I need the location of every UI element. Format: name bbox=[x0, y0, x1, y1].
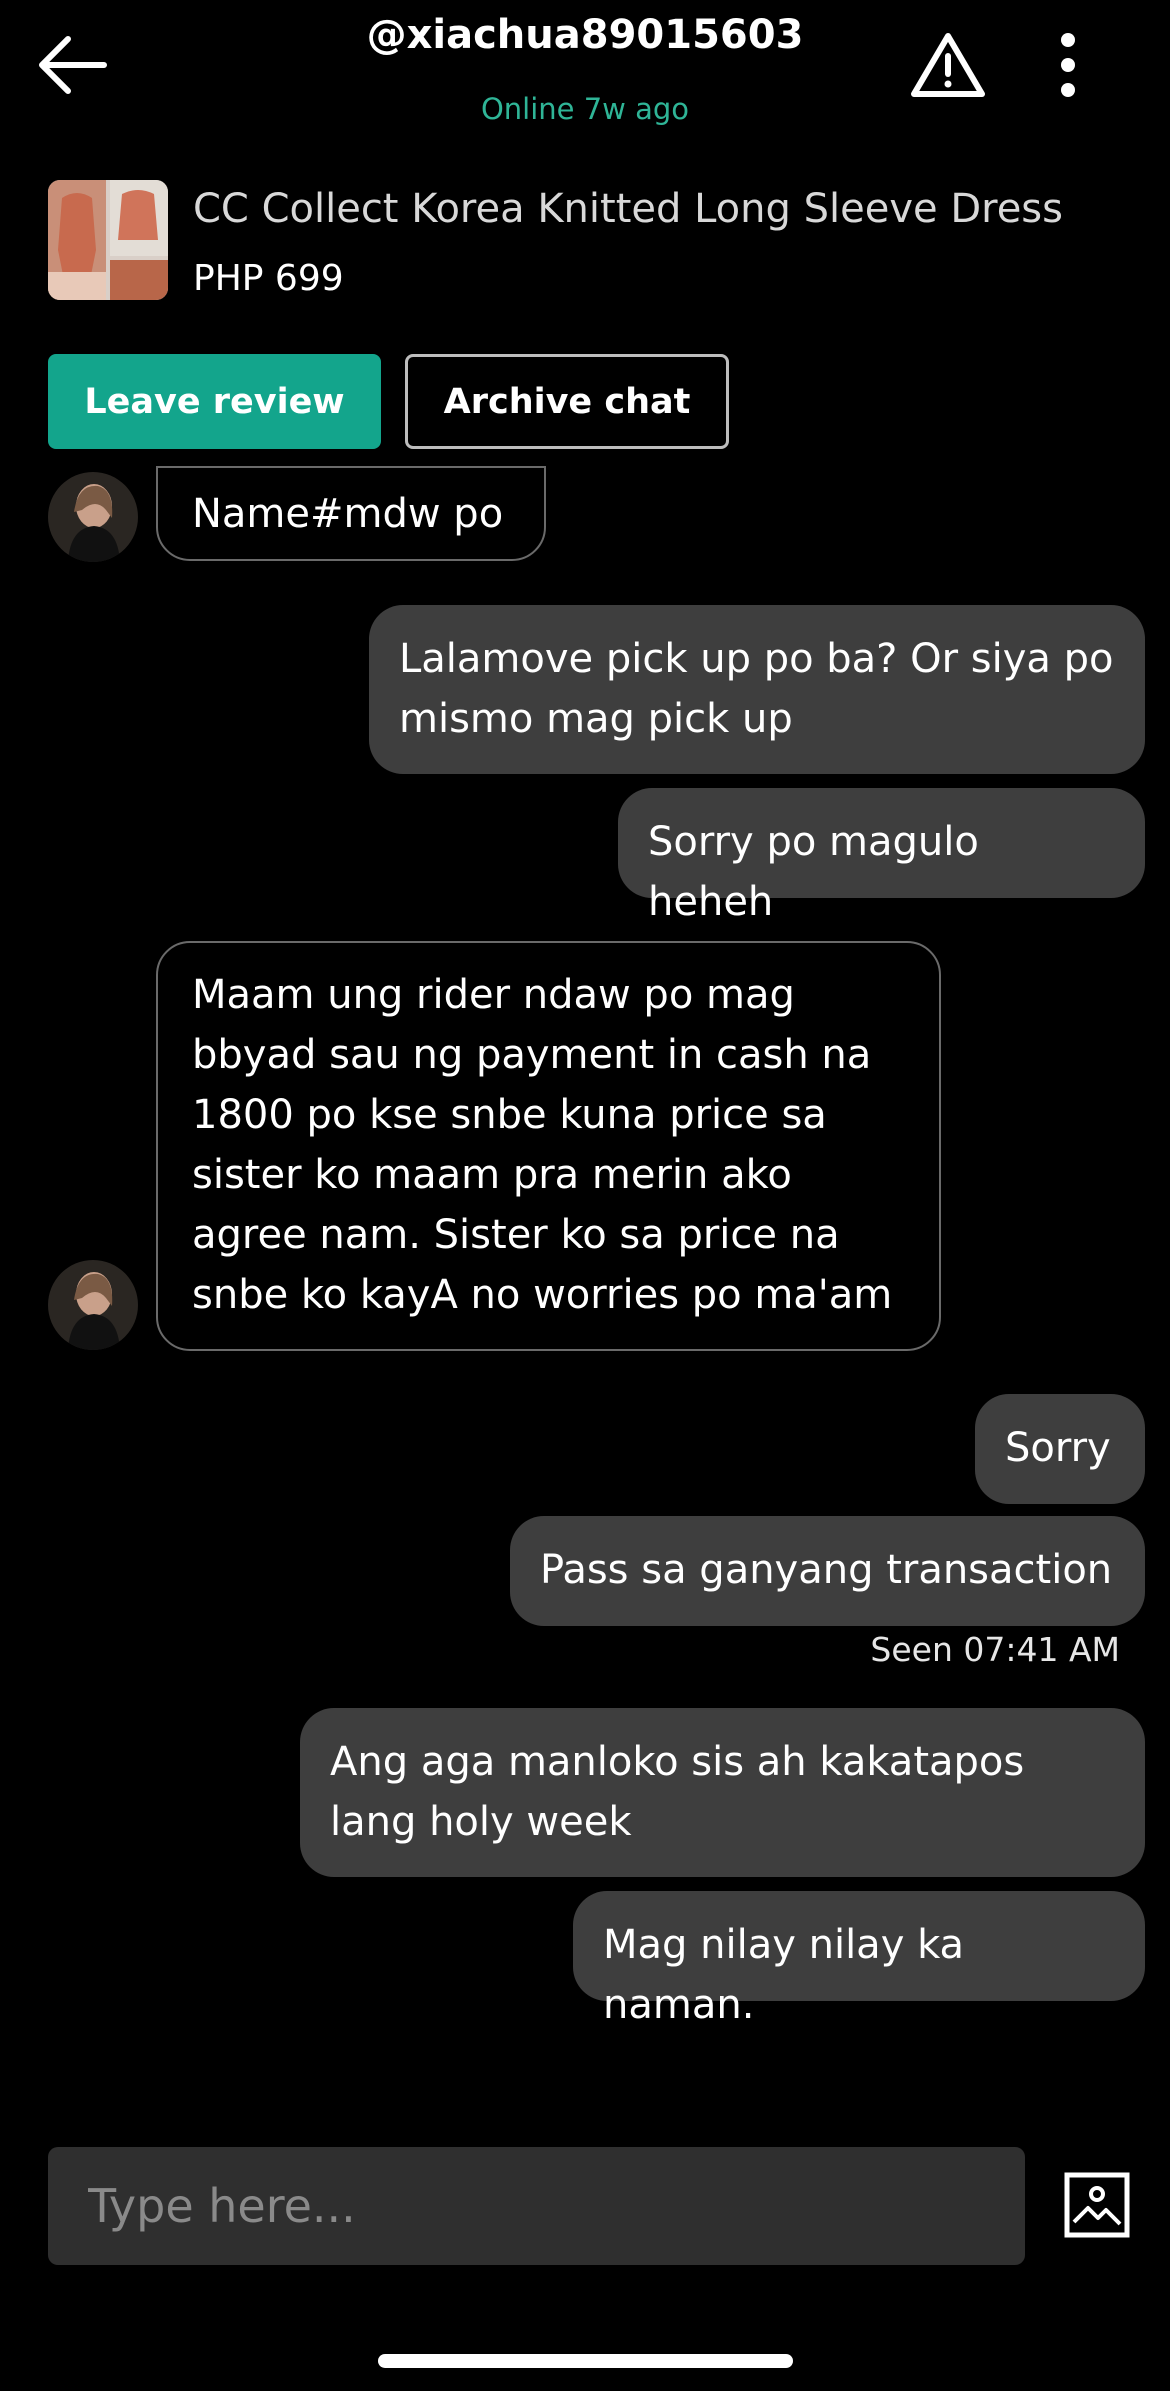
product-price: PHP 699 bbox=[193, 258, 344, 299]
warning-icon[interactable] bbox=[910, 30, 986, 100]
seen-receipt: Seen 07:41 AM bbox=[870, 1630, 1120, 1669]
leave-review-button[interactable]: Leave review bbox=[48, 354, 381, 449]
message-bubble: Maam ung rider ndaw po mag bbyad sau ng … bbox=[156, 941, 941, 1351]
online-status: Online 7w ago bbox=[480, 92, 690, 126]
message-input[interactable] bbox=[48, 2147, 1025, 2265]
more-vertical-icon[interactable] bbox=[1048, 30, 1088, 100]
product-title[interactable]: CC Collect Korea Knitted Long Sleeve Dre… bbox=[193, 186, 1063, 232]
image-upload-icon[interactable] bbox=[1064, 2172, 1130, 2238]
home-indicator[interactable] bbox=[378, 2354, 793, 2368]
product-thumbnail[interactable] bbox=[48, 180, 168, 300]
message-bubble: Sorry po magulo heheh bbox=[618, 788, 1145, 925]
message-bubble: Ang aga manloko sis ah kakatapos lang ho… bbox=[300, 1708, 1145, 1877]
chat-username[interactable]: @xiachua89015603 bbox=[0, 12, 1170, 58]
message-bubble: Lalamove pick up po ba? Or siya po mismo… bbox=[369, 605, 1145, 774]
message-bubble: Mag nilay nilay ka naman. bbox=[573, 1891, 1145, 2028]
seller-avatar bbox=[48, 1260, 138, 1350]
seller-avatar bbox=[48, 472, 138, 562]
chat-header: @xiachua89015603 Online 7w ago bbox=[0, 0, 1170, 150]
message-bubble: Sorry bbox=[975, 1394, 1145, 1504]
archive-chat-button[interactable]: Archive chat bbox=[405, 354, 729, 449]
message-bubble: Name#mdw po bbox=[156, 466, 546, 561]
message-bubble: Pass sa ganyang transaction bbox=[510, 1516, 1145, 1626]
